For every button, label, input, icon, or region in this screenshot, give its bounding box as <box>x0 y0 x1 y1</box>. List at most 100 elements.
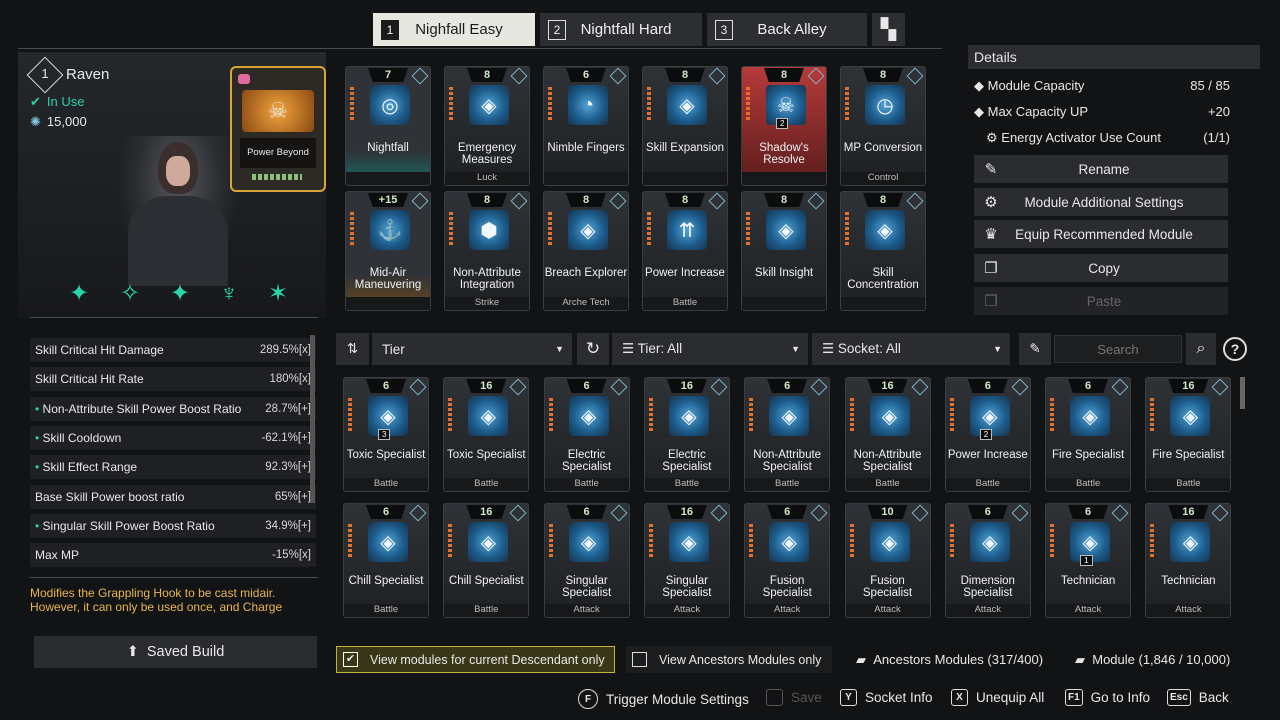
equipped-module-slot[interactable]: 8 ☠ Shadow's Resolve 2 <box>741 66 827 186</box>
search-input[interactable] <box>1054 335 1182 363</box>
tier-bars <box>746 212 750 246</box>
hint-back[interactable]: Esc Back <box>1167 689 1229 706</box>
paste-button[interactable]: ❐ Paste <box>974 287 1228 315</box>
socket-icon <box>810 504 828 522</box>
module-name: Technician <box>1060 575 1116 587</box>
check-icon: ✔ <box>30 94 41 109</box>
skill-icon-3[interactable]: ✦ <box>163 277 197 311</box>
search-button[interactable]: ⌕ <box>1186 333 1216 365</box>
socket-dropdown[interactable]: ☰ Socket: All ▼ <box>812 333 1010 365</box>
inventory-module-card[interactable]: 6 ◈ Chill Specialist Battle <box>343 503 429 618</box>
module-category: Battle <box>945 478 1030 491</box>
equip-recommended-button[interactable]: ♛ Equip Recommended Module <box>974 220 1228 248</box>
key-f: F <box>578 689 598 709</box>
module-name: Technician <box>1161 575 1216 587</box>
socket-icon <box>510 192 528 210</box>
inventory-module-card[interactable]: 10 ◈ Fusion Specialist Attack <box>844 503 931 618</box>
inventory-module-card[interactable]: 16 ◈ Electric Specialist Battle <box>643 377 730 492</box>
equipped-module-slot[interactable]: 8 ⇈ Power Increase Battle <box>642 191 728 311</box>
equipped-module-slot[interactable]: 8 ◈ Breach Explorer Arche Tech <box>543 191 629 311</box>
stat-row: Max MP -15%[x] <box>30 543 316 568</box>
hook-icon: ⚓ <box>370 210 410 250</box>
add-preset-button[interactable]: ▚ <box>872 13 905 46</box>
module-name: Shadow's Resolve <box>759 142 809 166</box>
copy-button[interactable]: ❐ Copy <box>974 254 1228 282</box>
inventory-module-card[interactable]: 16 ◈ Chill Specialist Battle <box>443 503 530 618</box>
module-category <box>346 172 430 185</box>
equipped-module-slot[interactable]: 8 ◷ MP Conversion Control <box>840 66 926 186</box>
cost-display: ✺ 15,000 <box>30 114 87 130</box>
stats-scrollbar[interactable] <box>310 335 315 503</box>
inventory-module-card[interactable]: 6 ◈ Technician Attack 1 <box>1045 503 1132 618</box>
capacity-tag: 8 <box>764 68 804 82</box>
button-label: Rename <box>1078 161 1130 177</box>
filter-tool-button[interactable]: ✎ <box>1019 333 1051 365</box>
search-icon: ⌕ <box>1196 340 1206 357</box>
inventory-module-card[interactable]: 16 ◈ Fire Specialist Battle <box>1145 377 1232 492</box>
skill-icon-5[interactable]: ✶ <box>261 277 295 311</box>
inventory-module-card[interactable]: 16 ◈ Technician Attack <box>1145 503 1232 618</box>
module-name: Skill Insight <box>754 267 814 279</box>
hint-go-to-info[interactable]: F1 Go to Info <box>1065 689 1150 706</box>
rename-button[interactable]: ✎ Rename <box>974 155 1228 183</box>
module-icon: ◈ <box>468 396 509 436</box>
help-icon[interactable]: ? <box>1223 337 1247 361</box>
equipped-module-slot[interactable]: 8 ◈ Skill Expansion <box>642 66 728 186</box>
inventory-module-card[interactable]: 6 ◈ Singular Specialist Attack <box>543 503 630 618</box>
tab-nightfall-hard[interactable]: 2 Nightfall Hard <box>540 13 702 46</box>
sort-order-button[interactable]: ⇅ <box>336 333 369 365</box>
ancestors-checkbox[interactable]: View Ancestors Modules only <box>626 646 832 673</box>
equipped-module-slot[interactable]: 8 ◈ Skill Concentration <box>840 191 926 311</box>
equipped-module-slot[interactable]: 6 ◔ Nimble Fingers <box>543 66 629 186</box>
inventory-module-card[interactable]: 6 ◈ Non-Attribute Specialist Battle <box>744 377 831 492</box>
tier-bars <box>348 524 352 558</box>
module-name: Breach Explorer <box>544 267 628 279</box>
equipped-module-slot[interactable]: 7 ◎ Nightfall <box>345 66 431 186</box>
tier-dropdown[interactable]: ☰ Tier: All ▼ <box>612 333 808 365</box>
module-capacity-label: ◆ Module Capacity <box>974 78 1085 93</box>
equipped-module-slot[interactable]: 8 ◈ Skill Insight <box>741 191 827 311</box>
hint-save[interactable]: Save <box>766 689 822 706</box>
hint-socket-info[interactable]: Y Socket Info <box>840 689 933 706</box>
capacity-tag: 8 <box>665 193 705 207</box>
hint-unequip-all[interactable]: X Unequip All <box>951 689 1044 706</box>
inventory-module-card[interactable]: 6 ◈ Power Increase Battle 2 <box>944 377 1031 492</box>
tier-bars <box>350 212 354 246</box>
module-settings-button[interactable]: ⚙ Module Additional Settings <box>974 188 1228 216</box>
module-category: Battle <box>1046 478 1131 491</box>
sort-dropdown[interactable]: Tier ▼ <box>372 333 572 365</box>
current-descendant-checkbox[interactable]: ✔ View modules for current Descendant onl… <box>336 646 615 673</box>
module-name: Singular Specialist <box>561 575 612 599</box>
tab-back-alley[interactable]: 3 Back Alley <box>707 13 867 46</box>
inventory-module-card[interactable]: 6 ◈ Electric Specialist Battle <box>543 377 630 492</box>
inventory-module-card[interactable]: 6 ◈ Fusion Specialist Attack <box>744 503 831 618</box>
energy-activator-label: ⚙ Energy Activator Use Count <box>986 130 1161 145</box>
module-category <box>841 297 925 310</box>
saved-build-button[interactable]: ⬆ Saved Build <box>34 636 317 668</box>
inventory-module-card[interactable]: 6 ◈ Dimension Specialist Attack <box>944 503 1031 618</box>
equipped-module-slot[interactable]: 8 ⬢ Non-Attribute Integration Strike <box>444 191 530 311</box>
inventory-module-card[interactable]: 6 ◈ Toxic Specialist Battle 3 <box>343 377 429 492</box>
reset-filter-button[interactable]: ↻ <box>577 333 609 365</box>
equipped-module-slot[interactable]: 8 ◈ Emergency Measures Luck <box>444 66 530 186</box>
reactor-card[interactable]: ☠ Power Beyond <box>230 66 326 192</box>
inventory-module-card[interactable]: 6 ◈ Fire Specialist Battle <box>1045 377 1132 492</box>
hint-trigger-settings[interactable]: F Trigger Module Settings <box>578 689 749 709</box>
tab-nighfall-easy[interactable]: 1 Nighfall Easy <box>373 13 535 46</box>
skill-icon-4[interactable]: ♆ <box>212 277 246 311</box>
equipped-module-slot[interactable]: +15 ⚓ Mid-Air Maneuvering <box>345 191 431 311</box>
gem-icon: ⬢ <box>469 210 509 250</box>
socket-value: ☰ Socket: All <box>822 341 901 356</box>
inventory-module-card[interactable]: 16 ◈ Toxic Specialist Battle <box>443 377 530 492</box>
inventory-module-card[interactable]: 16 ◈ Non-Attribute Specialist Battle <box>844 377 931 492</box>
tier-bars <box>348 398 352 432</box>
tier-value: ☰ Tier: All <box>622 341 683 356</box>
inventory-module-card[interactable]: 16 ◈ Singular Specialist Attack <box>643 503 730 618</box>
capacity-tag: 16 <box>867 379 908 393</box>
skill-icon-1[interactable]: ✦ <box>62 277 96 311</box>
tier-bars <box>845 212 849 246</box>
module-category: Battle <box>644 478 729 491</box>
skill-icon-2[interactable]: ✧ <box>113 277 147 311</box>
inventory-scrollbar[interactable] <box>1240 377 1245 409</box>
socket-icon <box>810 378 828 396</box>
